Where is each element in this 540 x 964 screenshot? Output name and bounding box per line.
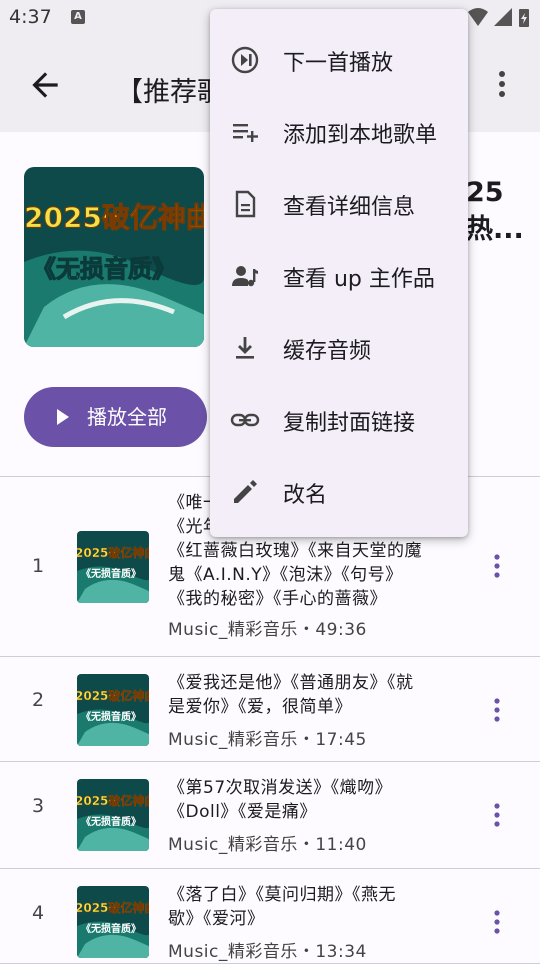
edit-icon <box>234 480 257 503</box>
thumb-text: 2025破亿神曲 <box>77 900 149 915</box>
thumb-text: 2025破亿神曲 <box>77 545 149 560</box>
song-index: 3 <box>31 795 45 817</box>
song-meta: Music_精彩音乐・17:45 <box>168 730 367 750</box>
song-index: 2 <box>31 689 45 711</box>
play-all-button[interactable]: 播放全部 <box>24 387 207 447</box>
wifi-icon <box>468 8 488 26</box>
menu-item[interactable]: 查看详细信息 <box>210 167 468 239</box>
song-thumbnail: 2025破亿神曲 《无损音质》 <box>77 674 149 746</box>
menu-item-label: 缓存音频 <box>283 339 372 364</box>
document-icon <box>235 190 256 218</box>
song-meta: Music_精彩音乐・11:40 <box>168 835 367 855</box>
person-music-icon <box>232 266 258 287</box>
menu-item[interactable]: 下一首播放 <box>210 23 468 95</box>
song-title: 《落了白》《莫问归期》《燕无 歇》《爱河》 <box>168 885 396 929</box>
status-icons <box>466 6 532 34</box>
thumb-text2: 《无损音质》 <box>81 815 141 828</box>
song-meta: Music_精彩音乐・49:36 <box>168 620 367 640</box>
song-list: 1 2025破亿神曲 《无损音质》 《唯一 《光年之外》《告白气球》《稻香》 《… <box>0 477 540 964</box>
menu-item[interactable]: 缓存音频 <box>210 311 468 383</box>
menu-item[interactable]: 查看 up 主作品 <box>210 239 468 311</box>
signal-icon <box>494 8 512 26</box>
play-all-label: 播放全部 <box>87 405 167 429</box>
thumb-text: 2025破亿神曲 <box>77 688 149 703</box>
status-time: 4:37 <box>9 6 52 28</box>
thumb-text2: 《无损音质》 <box>81 922 141 935</box>
song-index: 1 <box>31 555 45 577</box>
more-vert-icon[interactable] <box>489 553 505 579</box>
menu-item-label: 添加到本地歌单 <box>283 123 438 148</box>
more-vert-icon[interactable] <box>489 909 505 935</box>
menu-item[interactable]: 添加到本地歌单 <box>210 95 468 167</box>
back-arrow-icon[interactable] <box>26 66 64 104</box>
more-vert-icon[interactable] <box>494 70 510 98</box>
song-row[interactable]: 3 2025破亿神曲 《无损音质》 《第57次取消发送》《熾吻》 《Doll》《… <box>0 762 540 869</box>
more-vert-icon[interactable] <box>489 697 505 723</box>
thumb-text2: 《无损音质》 <box>81 567 141 580</box>
thumb-text: 2025破亿神曲 <box>77 793 149 808</box>
song-title: 《第57次取消发送》《熾吻》 《Doll》《爱是痛》 <box>168 778 393 822</box>
more-vert-icon[interactable] <box>489 802 505 828</box>
play-next-icon <box>231 46 259 74</box>
accessibility-badge-icon: A <box>71 10 85 24</box>
song-row[interactable]: 2 2025破亿神曲 《无损音质》 《爱我还是他》《普通朋友》《就 是爱你》《爱… <box>0 657 540 762</box>
cover-line1: 2025破亿神曲 <box>24 201 204 234</box>
menu-item-label: 复制封面链接 <box>283 411 416 436</box>
menu-item[interactable]: 复制封面链接 <box>210 383 468 455</box>
cover-line2: 《无损音质》 <box>32 255 176 283</box>
song-meta: Music_精彩音乐・13:34 <box>168 942 367 962</box>
page-title: 【推荐歌 <box>116 77 216 108</box>
song-row[interactable]: 4 2025破亿神曲 《无损音质》 《落了白》《莫问归期》《燕无 歇》《爱河》 … <box>0 869 540 964</box>
song-thumbnail: 2025破亿神曲 《无损音质》 <box>77 886 149 958</box>
context-menu: 下一首播放 添加到本地歌单 查看详细信息 查看 up 主作品 缓存音频 复制封面… <box>210 9 468 537</box>
menu-item-label: 查看详细信息 <box>283 195 416 220</box>
menu-item-label: 查看 up 主作品 <box>283 267 435 292</box>
playlist-title: 25 热... <box>466 177 524 245</box>
thumb-text2: 《无损音质》 <box>81 710 141 723</box>
menu-item-label: 下一首播放 <box>283 51 394 76</box>
song-title: 《爱我还是他》《普通朋友》《就 是爱你》《爱，很简单》 <box>168 673 414 717</box>
menu-item[interactable]: 改名 <box>210 455 468 527</box>
menu-item-label: 改名 <box>283 483 328 508</box>
song-index: 4 <box>31 902 45 924</box>
song-thumbnail: 2025破亿神曲 《无损音质》 <box>77 779 149 851</box>
playlist-cover: 2025破亿神曲 《无损音质》 <box>24 167 204 347</box>
song-thumbnail: 2025破亿神曲 《无损音质》 <box>77 531 149 603</box>
download-icon <box>236 337 254 359</box>
link-icon <box>230 413 260 427</box>
play-icon <box>57 409 69 425</box>
playlist-add-icon <box>233 124 258 142</box>
